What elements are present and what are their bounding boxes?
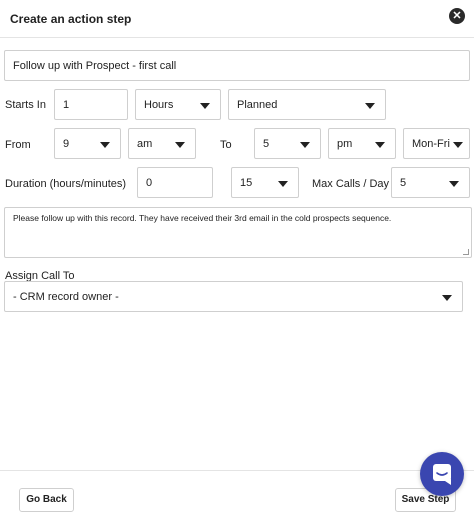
status-select[interactable]: Planned <box>228 89 386 120</box>
from-hour-value: 9 <box>63 138 70 150</box>
chevron-down-icon <box>300 142 310 148</box>
chevron-down-icon <box>278 181 288 187</box>
status-value: Planned <box>237 99 278 111</box>
chevron-down-icon <box>449 181 459 187</box>
chevron-down-icon <box>175 142 185 148</box>
duration-minutes-value: 15 <box>240 177 253 189</box>
max-calls-label: Max Calls / Day <box>312 178 390 190</box>
starts-in-unit-select[interactable]: Hours <box>135 89 221 120</box>
assign-call-select[interactable]: - CRM record owner - <box>4 281 463 312</box>
starts-in-value: 1 <box>63 99 70 111</box>
duration-minutes-select[interactable]: 15 <box>231 167 299 198</box>
to-period-value: pm <box>337 138 353 150</box>
chevron-down-icon <box>100 142 110 148</box>
chevron-down-icon <box>200 103 210 109</box>
starts-in-unit-value: Hours <box>144 99 174 111</box>
step-name-value: Follow up with Prospect - first call <box>13 60 177 72</box>
max-calls-value: 5 <box>400 177 407 189</box>
duration-label: Duration (hours/minutes) <box>5 178 127 190</box>
close-icon[interactable]: ✕ <box>449 8 465 24</box>
starts-in-label: Starts In <box>5 99 46 111</box>
chevron-down-icon <box>365 103 375 109</box>
starts-in-input[interactable]: 1 <box>54 89 128 120</box>
chevron-down-icon <box>375 142 385 148</box>
modal-footer: Go Back Save Step <box>0 470 474 519</box>
chevron-down-icon <box>442 295 452 301</box>
to-hour-select[interactable]: 5 <box>254 128 321 159</box>
chat-icon <box>433 464 451 485</box>
from-label: From <box>5 139 31 151</box>
notes-value: Please follow up with this record. They … <box>13 213 392 223</box>
from-hour-select[interactable]: 9 <box>54 128 121 159</box>
chevron-down-icon <box>453 142 463 148</box>
to-label: To <box>220 139 232 151</box>
duration-hours-input[interactable]: 0 <box>137 167 213 198</box>
notes-textarea[interactable]: Please follow up with this record. They … <box>4 207 472 258</box>
max-calls-select[interactable]: 5 <box>391 167 470 198</box>
chat-launcher-button[interactable] <box>420 452 464 496</box>
from-period-select[interactable]: am <box>128 128 196 159</box>
modal-title: Create an action step <box>10 12 132 26</box>
step-name-input[interactable]: Follow up with Prospect - first call <box>4 50 470 81</box>
days-value: Mon-Fri <box>412 138 450 150</box>
from-period-value: am <box>137 138 153 150</box>
days-select[interactable]: Mon-Fri <box>403 128 470 159</box>
to-hour-value: 5 <box>263 138 270 150</box>
duration-hours-value: 0 <box>146 177 153 189</box>
go-back-button[interactable]: Go Back <box>19 488 74 512</box>
to-period-select[interactable]: pm <box>328 128 396 159</box>
assign-call-value: - CRM record owner - <box>13 291 119 303</box>
resize-handle[interactable] <box>463 249 469 255</box>
modal-header: Create an action step ✕ <box>0 0 474 38</box>
